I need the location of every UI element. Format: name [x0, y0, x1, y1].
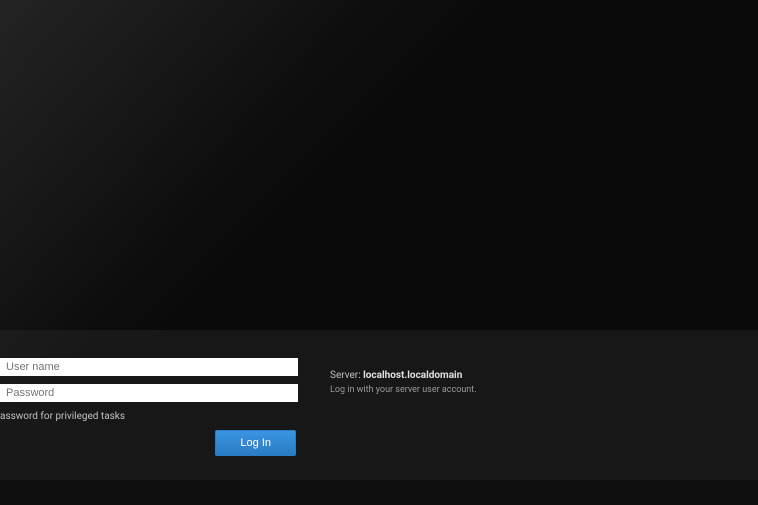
privileged-label: assword for privileged tasks — [0, 411, 125, 422]
password-input[interactable] — [0, 384, 298, 402]
login-form: assword for privileged tasks Log In — [0, 358, 300, 456]
server-label: Server: — [330, 370, 361, 381]
server-line: Server: localhost.localdomain — [330, 370, 477, 381]
login-band: assword for privileged tasks Log In Serv… — [0, 330, 758, 480]
privileged-row: assword for privileged tasks — [0, 410, 300, 422]
login-button[interactable]: Log In — [215, 430, 296, 456]
server-info: Server: localhost.localdomain Log in wit… — [330, 370, 477, 395]
bottom-strip — [0, 480, 758, 505]
server-hostname: localhost.localdomain — [363, 370, 462, 381]
username-input[interactable] — [0, 358, 298, 376]
server-help-text: Log in with your server user account. — [330, 385, 477, 395]
